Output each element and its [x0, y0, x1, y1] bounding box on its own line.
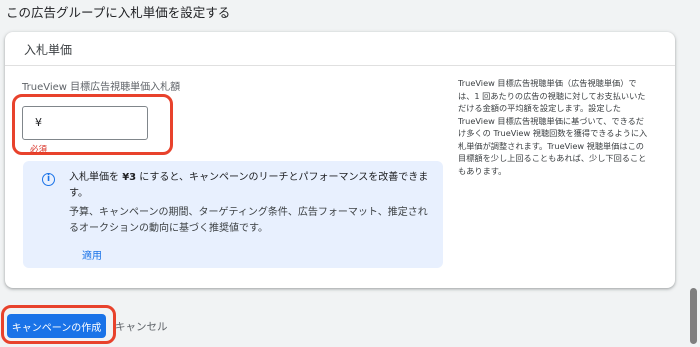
currency-symbol: ¥: [35, 116, 42, 129]
help-text: TrueView 目標広告視聴単価（広告視聴単価）では、1 回あたりの広告の視聴…: [458, 78, 648, 176]
card-header: 入札単価: [5, 32, 675, 66]
recommended-bid-value: ¥3: [122, 172, 137, 183]
recommendation-panel: i 入札単価を ¥3 にすると、キャンペーンのリーチとパフォーマンスを改善できま…: [23, 161, 443, 268]
recommendation-prefix: 入札単価を: [69, 172, 123, 183]
info-icon: i: [42, 173, 55, 186]
required-error-text: 必須: [30, 145, 48, 155]
scrollbar-thumb[interactable]: [690, 288, 697, 344]
cancel-button[interactable]: キャンセル: [115, 319, 168, 334]
bid-amount-input[interactable]: [49, 111, 143, 135]
scrollbar-track[interactable]: [686, 0, 700, 347]
card-header-title: 入札単価: [24, 43, 73, 57]
recommendation-text: 入札単価を ¥3 にすると、キャンペーンのリーチとパフォーマンスを改善できます。: [69, 170, 434, 202]
apply-link[interactable]: 適用: [82, 247, 102, 262]
recommendation-subtext: 予算、キャンペーンの期間、ターゲティング条件、広告フォーマット、推定されるオーク…: [69, 207, 428, 234]
section-title: この広告グループに入札単価を設定する: [6, 5, 231, 20]
create-campaign-button[interactable]: キャンペーンの作成: [7, 314, 106, 338]
bid-card: 入札単価 TrueView 目標広告視聴単価入札額 ¥ 必須 i 入札単価を ¥…: [5, 32, 675, 288]
bid-field-label: TrueView 目標広告視聴単価入札額: [22, 82, 181, 93]
bid-input-field[interactable]: ¥: [22, 106, 148, 140]
